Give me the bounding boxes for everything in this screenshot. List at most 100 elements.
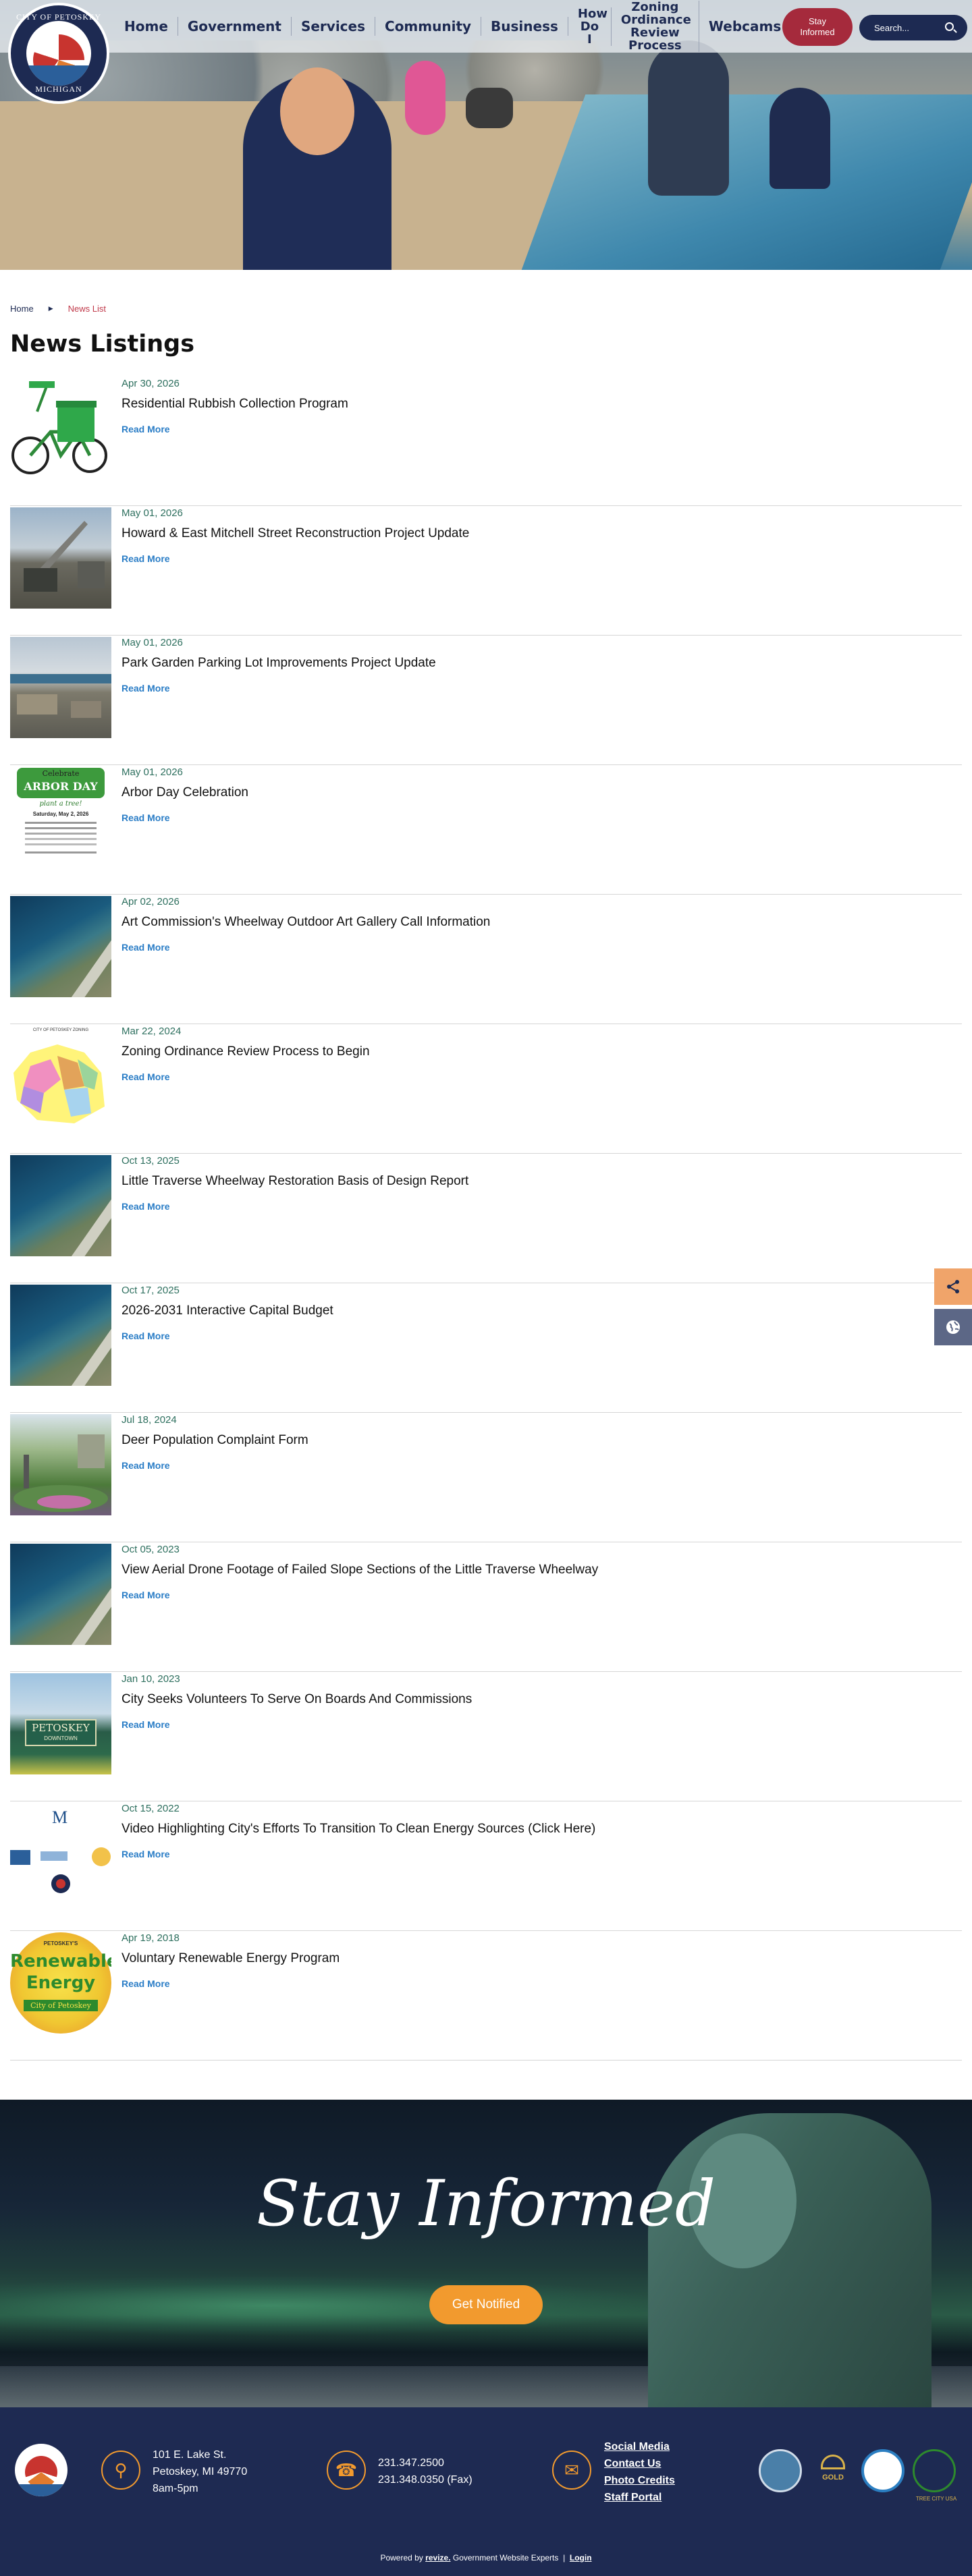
news-thumb[interactable]: CITY OF PETOSKEY ZONING xyxy=(10,1026,111,1127)
read-more-link[interactable]: Read More xyxy=(122,683,170,694)
read-more-link[interactable]: Read More xyxy=(122,424,170,435)
main-menu: Home Government Services Community Busin… xyxy=(115,0,790,53)
news-thumb[interactable] xyxy=(10,1414,111,1515)
logo-emblem-icon xyxy=(26,21,91,86)
news-date: May 01, 2026 xyxy=(122,766,183,778)
news-thumb[interactable] xyxy=(10,1285,111,1386)
footer-link-photo-credits[interactable]: Photo Credits xyxy=(604,2472,675,2489)
news-thumb[interactable] xyxy=(10,1544,111,1645)
news-thumb[interactable] xyxy=(10,1155,111,1256)
menu-item-business[interactable]: Business xyxy=(481,17,568,36)
phone-icon: ☎ xyxy=(327,2451,366,2490)
news-date: Oct 15, 2022 xyxy=(122,1803,180,1814)
news-thumb[interactable]: M xyxy=(10,1803,111,1904)
breadcrumb-chevron-icon: ▶ xyxy=(48,305,53,312)
read-more-link[interactable]: Read More xyxy=(122,1590,170,1600)
footer-links: Social Media Contact Us Photo Credits St… xyxy=(604,2438,675,2506)
city-logo[interactable]: CITY OF PETOSKEY MICHIGAN xyxy=(8,3,109,104)
read-more-link[interactable]: Read More xyxy=(122,1719,170,1730)
news-thumb[interactable]: PETOSKEY DOWNTOWN xyxy=(10,1673,111,1774)
translate-button[interactable] xyxy=(934,1309,972,1345)
news-date: Mar 22, 2024 xyxy=(122,1026,182,1037)
blue-ribbon-badge-icon[interactable] xyxy=(861,2449,905,2492)
gold-badge-icon[interactable]: GOLD xyxy=(811,2449,855,2492)
news-title[interactable]: City Seeks Volunteers To Serve On Boards… xyxy=(122,1692,472,1707)
menu-item-community[interactable]: Community xyxy=(375,17,482,36)
menu-item-webcams[interactable]: Webcams xyxy=(699,17,790,36)
statue-image xyxy=(648,2113,932,2407)
search-icon[interactable] xyxy=(945,22,954,31)
read-more-link[interactable]: Read More xyxy=(122,1460,170,1471)
bike-icon xyxy=(11,381,107,474)
menu-item-services[interactable]: Services xyxy=(292,17,376,36)
news-title[interactable]: Howard & East Mitchell Street Reconstruc… xyxy=(122,526,469,541)
news-thumb[interactable] xyxy=(10,507,111,609)
deer-photo-icon xyxy=(14,1434,108,1512)
news-thumb[interactable] xyxy=(10,896,111,997)
footer-link-contact-us[interactable]: Contact Us xyxy=(604,2455,675,2472)
news-thumb[interactable] xyxy=(10,637,111,738)
share-button[interactable] xyxy=(934,1268,972,1305)
news-date: Jan 10, 2023 xyxy=(122,1673,180,1685)
read-more-link[interactable]: Read More xyxy=(122,1201,170,1212)
menu-item-home[interactable]: Home xyxy=(115,17,178,36)
get-notified-button[interactable]: Get Notified xyxy=(429,2285,543,2324)
news-thumb[interactable] xyxy=(10,378,111,479)
powered-prefix: Powered by xyxy=(380,2553,423,2563)
breadcrumb: Home ▶ News List xyxy=(10,304,106,314)
news-thumb[interactable]: PETOSKEY'S Renewable Energy City of Peto… xyxy=(10,1932,111,2034)
news-title[interactable]: 2026-2031 Interactive Capital Budget xyxy=(122,1304,333,1318)
menu-item-zoning[interactable]: Zoning Ordinance Review Process xyxy=(612,1,699,52)
read-more-link[interactable]: Read More xyxy=(122,1849,170,1859)
news-thumb[interactable]: Celebrate ARBOR DAY plant a tree! Saturd… xyxy=(10,766,111,868)
read-more-link[interactable]: Read More xyxy=(122,1071,170,1082)
login-link[interactable]: Login xyxy=(570,2553,592,2563)
stay-informed-button[interactable]: Stay Informed xyxy=(782,8,853,46)
read-more-link[interactable]: Read More xyxy=(122,812,170,823)
petoskey-sign-sub: DOWNTOWN xyxy=(44,1735,78,1741)
news-title[interactable]: Art Commission's Wheelway Outdoor Art Ga… xyxy=(122,915,490,930)
read-more-link[interactable]: Read More xyxy=(122,1331,170,1341)
hero-girl xyxy=(405,61,446,135)
news-item: PETOSKEY'S Renewable Energy City of Peto… xyxy=(10,1931,962,2061)
footer-link-social-media[interactable]: Social Media xyxy=(604,2438,675,2455)
aurora-glow xyxy=(0,2275,675,2336)
news-date: Apr 02, 2026 xyxy=(122,896,180,907)
news-title[interactable]: Voluntary Renewable Energy Program xyxy=(122,1951,340,1966)
parking-photo-icon xyxy=(10,674,111,718)
office-hours: 8am-5pm xyxy=(153,2483,198,2494)
news-item: PETOSKEY DOWNTOWN Jan 10, 2023 City Seek… xyxy=(10,1672,962,1801)
news-title[interactable]: Zoning Ordinance Review Process to Begin xyxy=(122,1044,370,1059)
address-line2: Petoskey, MI 49770 xyxy=(153,2466,248,2477)
footer-address: 101 E. Lake St. Petoskey, MI 49770 8am-5… xyxy=(153,2446,247,2497)
breadcrumb-home[interactable]: Home xyxy=(10,304,34,314)
address-line1: 101 E. Lake St. xyxy=(153,2449,227,2461)
arbor-line2: ARBOR DAY xyxy=(24,780,98,793)
news-title[interactable]: Video Highlighting City's Efforts To Tra… xyxy=(122,1822,595,1837)
energy-top: PETOSKEY'S xyxy=(43,1940,78,1947)
phone-number[interactable]: 231.347.2500 xyxy=(378,2455,473,2471)
gold-label: GOLD xyxy=(822,2473,844,2482)
search-input[interactable] xyxy=(874,22,942,33)
read-more-link[interactable]: Read More xyxy=(122,942,170,953)
news-title[interactable]: Park Garden Parking Lot Improvements Pro… xyxy=(122,656,436,671)
read-more-link[interactable]: Read More xyxy=(122,1978,170,1989)
news-item: Oct 05, 2023 View Aerial Drone Footage o… xyxy=(10,1542,962,1672)
menu-item-how-do-i[interactable]: How Do I xyxy=(568,7,612,46)
news-date: May 01, 2026 xyxy=(122,507,183,519)
read-more-link[interactable]: Read More xyxy=(122,553,170,564)
revize-link[interactable]: revize. xyxy=(425,2553,450,2563)
news-title[interactable]: Residential Rubbish Collection Program xyxy=(122,397,348,412)
seal-badge-icon[interactable] xyxy=(759,2449,802,2492)
news-date: Apr 19, 2018 xyxy=(122,1932,180,1944)
news-title[interactable]: Deer Population Complaint Form xyxy=(122,1433,308,1448)
news-title[interactable]: Arbor Day Celebration xyxy=(122,785,248,800)
tree-city-badge-icon[interactable]: TREE CITY USA xyxy=(913,2449,956,2502)
menu-item-government[interactable]: Government xyxy=(178,17,292,36)
news-item: Apr 02, 2026 Art Commission's Wheelway O… xyxy=(10,895,962,1024)
news-title[interactable]: Little Traverse Wheelway Restoration Bas… xyxy=(122,1174,468,1189)
footer-link-staff-portal[interactable]: Staff Portal xyxy=(604,2489,675,2506)
clean-energy-logos-icon: M xyxy=(10,1808,111,1893)
news-title[interactable]: View Aerial Drone Footage of Failed Slop… xyxy=(122,1563,598,1577)
footer-logo-icon[interactable] xyxy=(15,2444,68,2496)
